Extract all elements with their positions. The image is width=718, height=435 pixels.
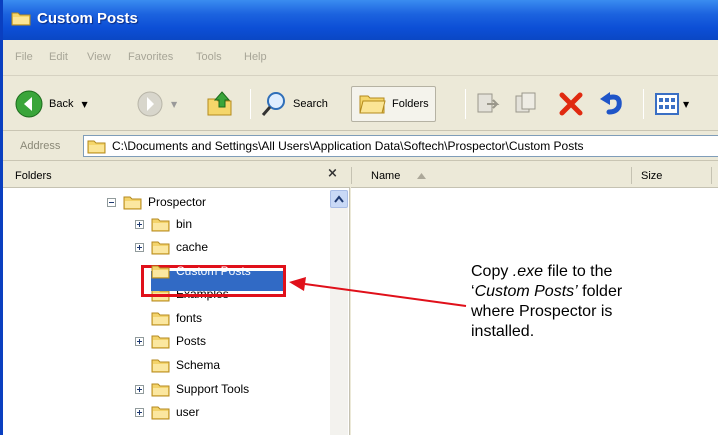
expand-icon[interactable]: [135, 407, 144, 417]
tree-item-label: bin: [176, 217, 193, 231]
folders-icon: [359, 95, 386, 114]
column-size[interactable]: Size: [641, 170, 662, 182]
vertical-scrollbar[interactable]: [330, 190, 348, 435]
up-folder-button[interactable]: [205, 86, 235, 122]
folder-icon: [151, 312, 170, 325]
folder-icon: [123, 196, 142, 209]
folder-icon: [151, 241, 170, 254]
menu-view[interactable]: View: [87, 51, 111, 63]
toolbar: Back ▼ ▼ Search Folders ▼: [3, 77, 718, 131]
tree-item[interactable]: Posts: [135, 330, 206, 352]
folders-label: Folders: [392, 98, 429, 110]
tree-item-label: Custom Posts: [176, 264, 251, 278]
explorer-window: Custom Posts File Edit View Favorites To…: [0, 0, 718, 435]
undo-button[interactable]: [597, 86, 627, 122]
address-input[interactable]: C:\Documents and Settings\All Users\Appl…: [83, 135, 718, 157]
undo-icon: [600, 92, 622, 115]
tree-item[interactable]: Support Tools: [135, 378, 249, 400]
tree-item[interactable]: Prospector: [107, 191, 206, 213]
tree-item[interactable]: fonts: [151, 307, 202, 329]
folder-icon: [151, 218, 170, 231]
expand-icon[interactable]: [135, 336, 144, 346]
folder-icon: [151, 335, 170, 348]
tree-item[interactable]: user: [135, 401, 199, 423]
expand-icon[interactable]: [135, 242, 144, 252]
menu-file[interactable]: File: [15, 51, 33, 63]
callout-line-3: where Prospector is: [471, 303, 613, 320]
delete-icon: [559, 92, 583, 116]
back-arrow-icon: [15, 90, 43, 118]
folder-icon: [11, 12, 31, 26]
address-bar: Address C:\Documents and Settings\All Us…: [3, 132, 718, 161]
copy-to-icon: [515, 92, 536, 113]
folder-icon: [151, 406, 170, 419]
back-button[interactable]: Back ▼: [13, 86, 88, 122]
move-to-button[interactable]: [473, 86, 501, 122]
close-icon[interactable]: ×: [327, 166, 338, 181]
menu-favorites[interactable]: Favorites: [128, 51, 173, 63]
folders-button[interactable]: Folders: [351, 86, 436, 122]
tree-item-label: Support Tools: [176, 382, 250, 396]
forward-dropdown-icon[interactable]: ▼: [171, 100, 177, 109]
folder-icon: [87, 140, 106, 154]
tree-item[interactable]: bin: [135, 213, 192, 235]
window-title: Custom Posts: [37, 10, 138, 27]
menu-tools[interactable]: Tools: [196, 51, 222, 63]
tree-item-label: Posts: [176, 334, 207, 348]
move-to-icon: [477, 93, 500, 113]
search-button[interactable]: Search: [259, 86, 328, 122]
tree-item-label: Schema: [176, 358, 221, 372]
menu-help[interactable]: Help: [244, 51, 267, 63]
search-icon: [261, 92, 285, 116]
folders-pane-header: Folders ×: [3, 163, 350, 188]
folder-icon: [151, 265, 170, 278]
expand-icon[interactable]: [135, 219, 144, 229]
folder-icon: [151, 359, 170, 372]
callout-line-2: ‘Custom Posts’ folder: [471, 283, 623, 300]
folders-pane-title: Folders: [15, 170, 52, 182]
tree-item-label: fonts: [176, 311, 203, 325]
views-button[interactable]: ▼: [653, 86, 689, 122]
tree-item[interactable]: Schema: [151, 354, 220, 376]
search-label: Search: [293, 98, 328, 110]
menu-bar: File Edit View Favorites Tools Help: [3, 40, 718, 76]
sort-ascending-icon: [417, 173, 426, 179]
up-folder-icon: [207, 91, 232, 116]
tree-item[interactable]: Custom Posts: [151, 260, 251, 282]
delete-button[interactable]: [557, 86, 585, 122]
address-label: Address: [20, 140, 61, 152]
tree-item-label: user: [176, 405, 200, 419]
column-header: Name Size: [351, 163, 718, 188]
title-bar[interactable]: Custom Posts: [3, 0, 718, 40]
annotation-callout: Copy .exe file to the ‘Custom Posts’ fol…: [471, 262, 711, 342]
tree-item-label: Prospector: [148, 195, 207, 209]
forward-arrow-icon: [137, 91, 163, 117]
scroll-up-button[interactable]: [330, 190, 348, 208]
views-dropdown-icon[interactable]: ▼: [683, 100, 689, 109]
back-dropdown-icon[interactable]: ▼: [81, 100, 87, 109]
callout-line-1: Copy .exe file to the: [471, 263, 613, 280]
views-icon: [655, 93, 679, 115]
address-path: C:\Documents and Settings\All Users\Appl…: [112, 139, 584, 153]
copy-to-button[interactable]: [513, 86, 541, 122]
callout-line-4: installed.: [471, 323, 535, 340]
chevron-up-icon: [334, 195, 344, 203]
column-name[interactable]: Name: [371, 170, 400, 182]
back-label: Back: [49, 98, 74, 110]
tree-item[interactable]: cache: [135, 236, 208, 258]
folder-icon: [151, 383, 170, 396]
tree-item-label: cache: [176, 240, 209, 254]
collapse-icon[interactable]: [107, 197, 116, 207]
expand-icon[interactable]: [135, 384, 144, 394]
forward-button[interactable]: ▼: [135, 86, 177, 122]
menu-edit[interactable]: Edit: [49, 51, 68, 63]
